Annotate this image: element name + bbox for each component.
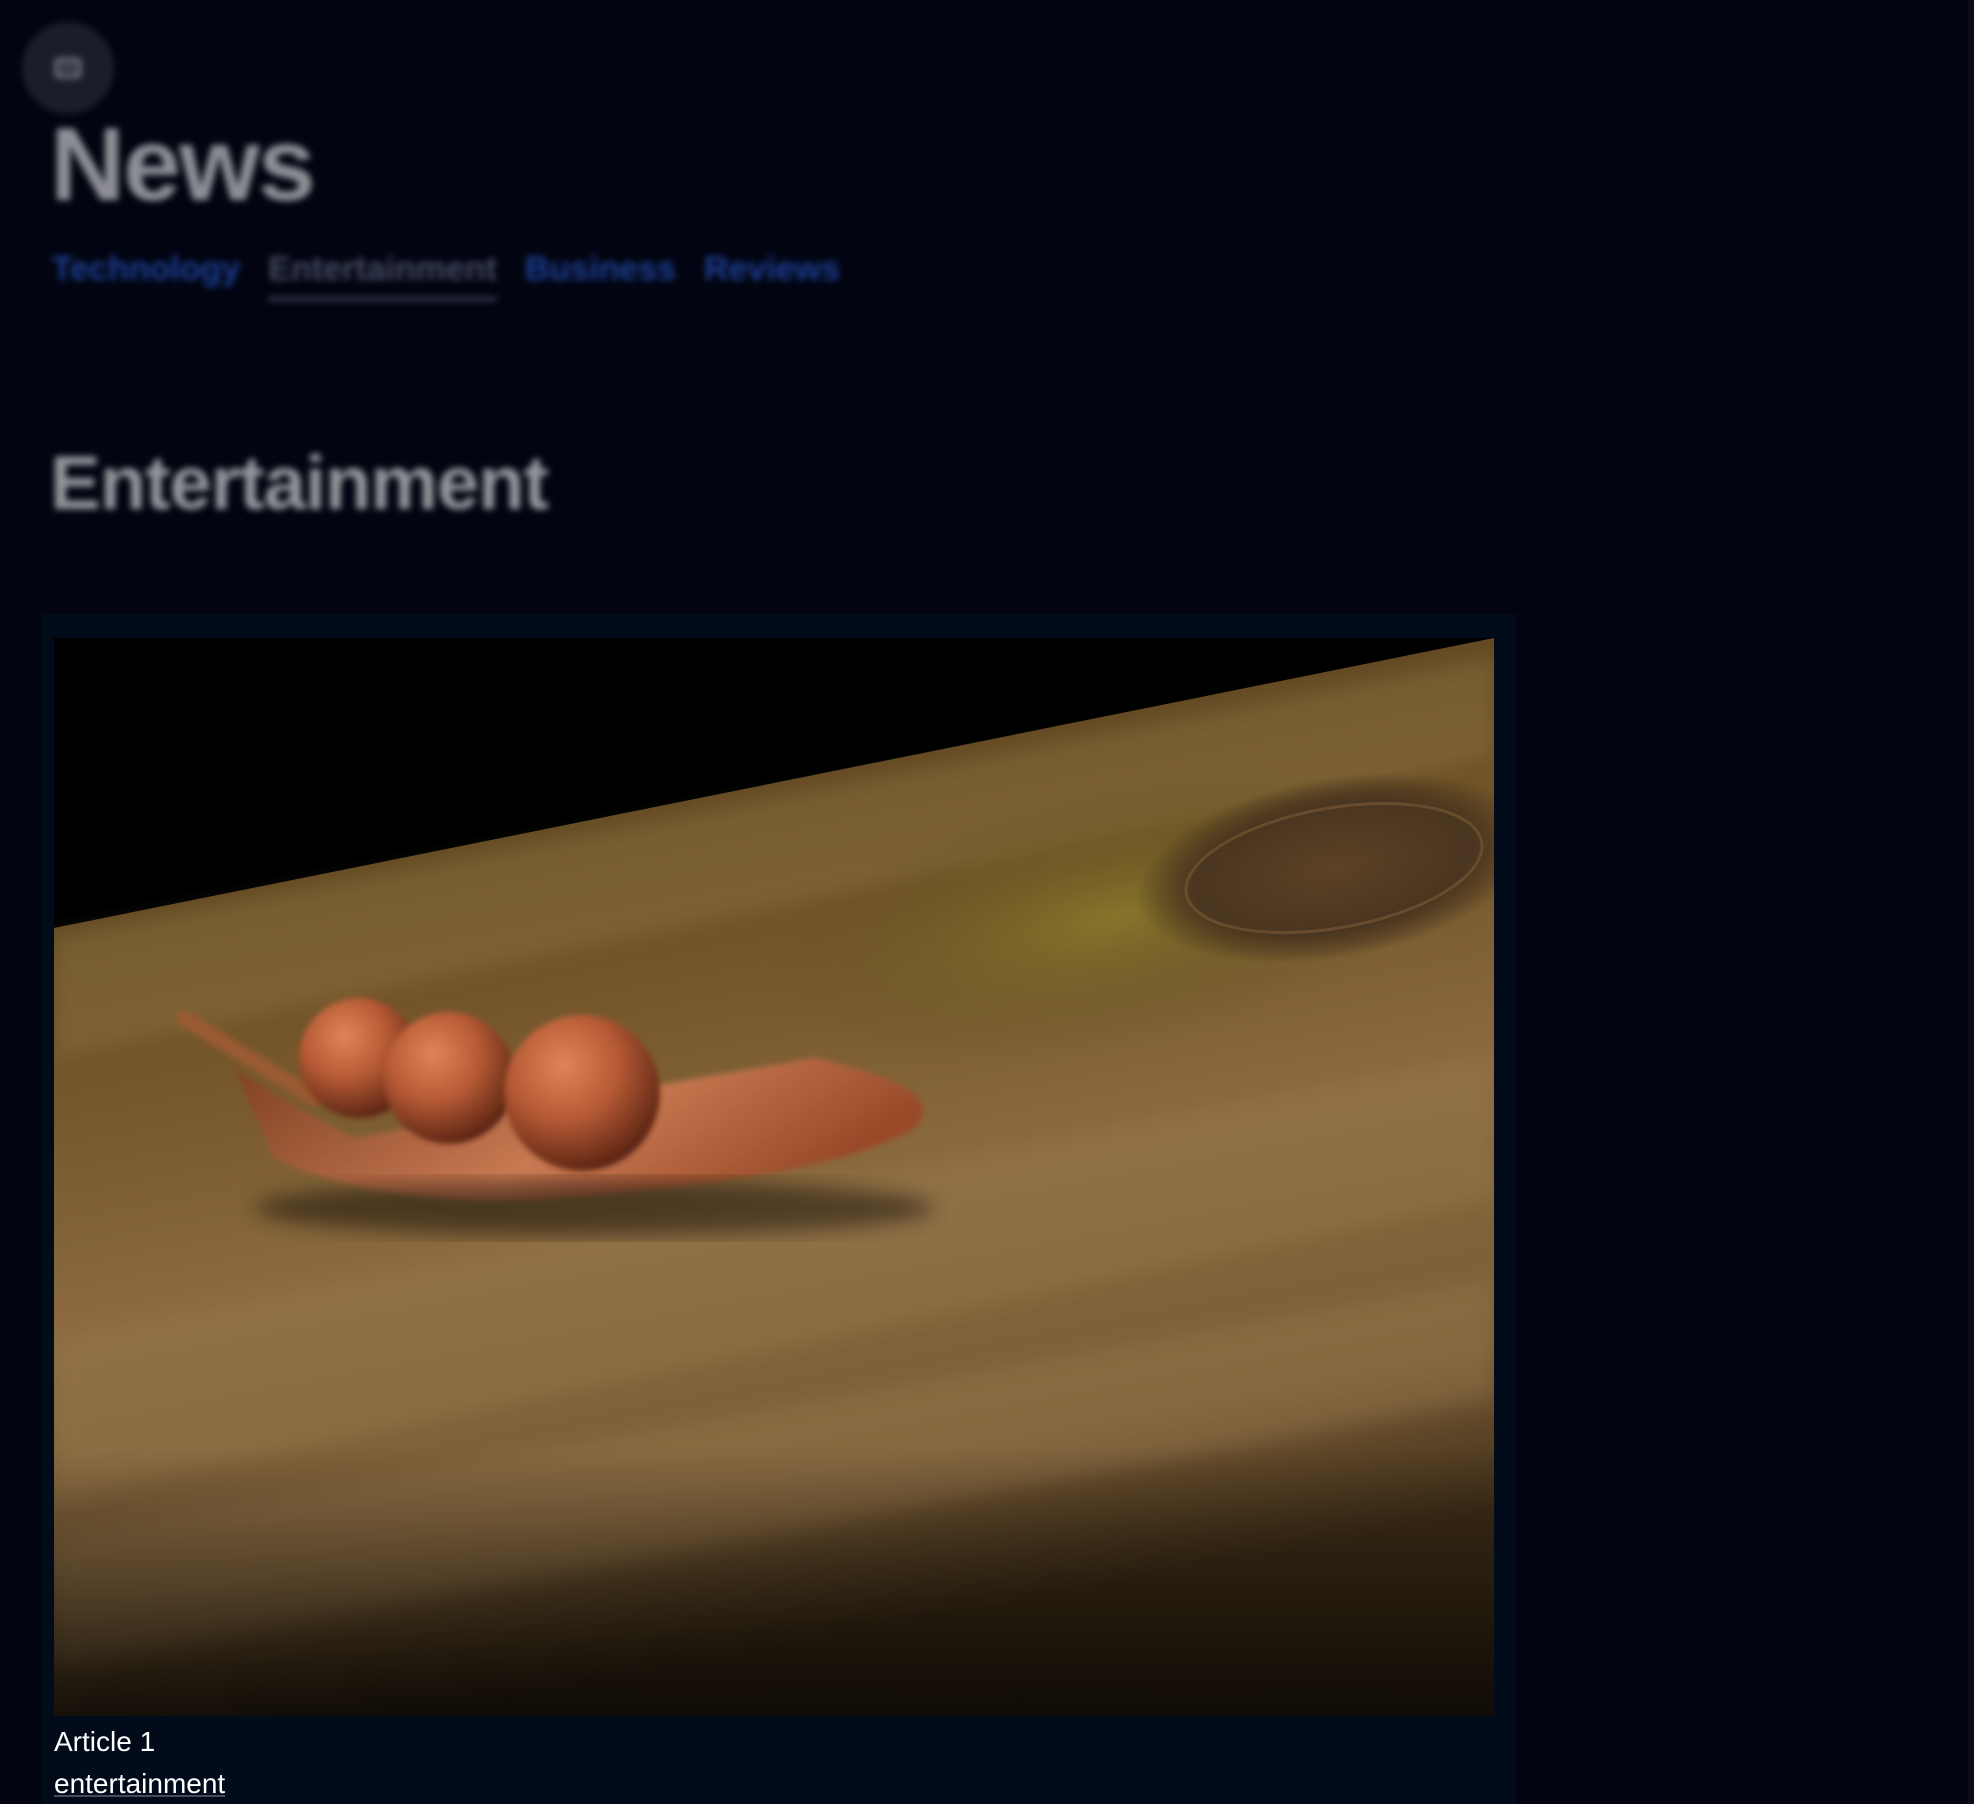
tab-business[interactable]: Business [525, 250, 676, 301]
menu-icon [55, 58, 81, 78]
tab-reviews[interactable]: Reviews [704, 250, 840, 301]
article-image [54, 638, 1494, 1716]
article-title[interactable]: Article 1 [54, 1724, 155, 1760]
tab-technology[interactable]: Technology [52, 250, 240, 301]
section-title: Entertainment [50, 441, 549, 526]
tab-entertainment[interactable]: Entertainment [268, 250, 497, 301]
category-tabs: Technology Entertainment Business Review… [52, 250, 840, 301]
page-title: News [50, 107, 316, 223]
article-category-link[interactable]: entertainment [54, 1766, 225, 1802]
menu-button[interactable] [22, 22, 114, 114]
window-edge [1968, 0, 1974, 1804]
article-card[interactable]: Article 1 entertainment [42, 614, 1516, 1804]
